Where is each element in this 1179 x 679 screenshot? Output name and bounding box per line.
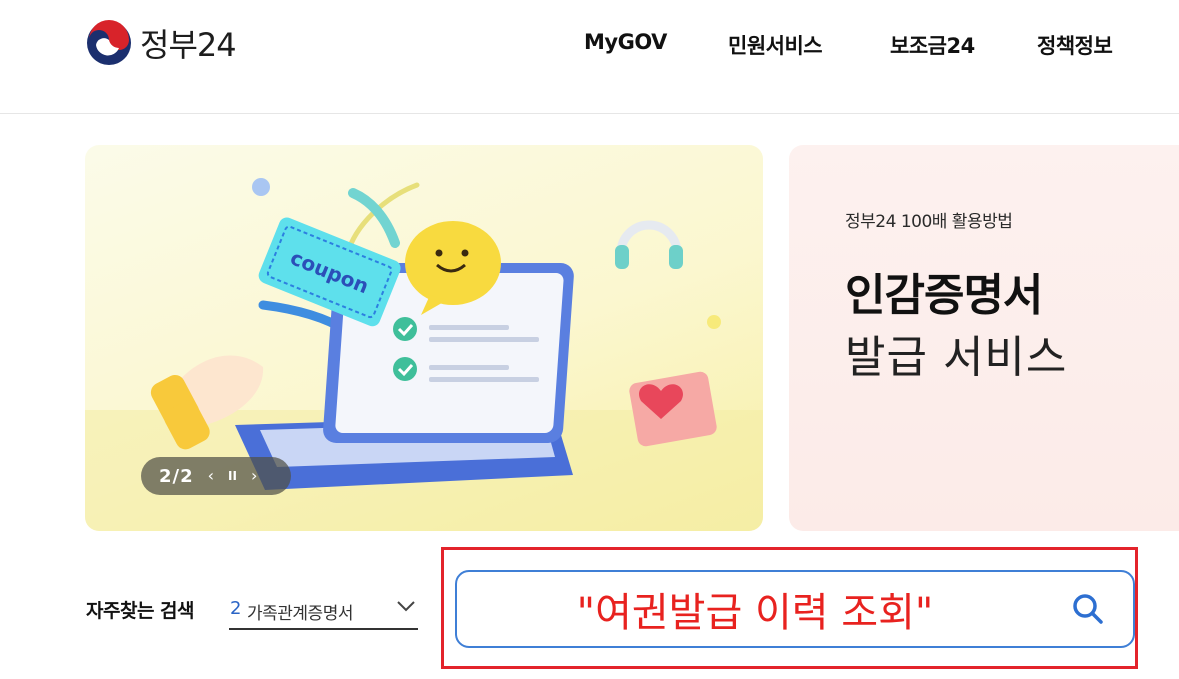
check-icon	[393, 317, 417, 341]
taegeuk-logo-icon	[87, 20, 131, 65]
blue-orb-icon	[252, 178, 270, 196]
headphones-icon	[615, 220, 683, 269]
nav-item-policy-info[interactable]: 정책정보	[1037, 30, 1113, 60]
slide-counter: 2/2	[159, 465, 194, 487]
pause-icon[interactable]: II	[228, 470, 237, 482]
carousel-pager: 2/2 ‹ II ›	[141, 457, 291, 495]
prev-slide-icon[interactable]: ‹	[208, 468, 214, 484]
search-input[interactable]	[475, 580, 1035, 638]
site-header: 정부24 MyGOV 민원서비스 보조금24 정책정보	[0, 0, 1179, 114]
next-slide-icon[interactable]: ›	[251, 468, 257, 484]
logo-text: 정부24	[140, 26, 237, 64]
nav-item-subsidy24[interactable]: 보조금24	[890, 30, 975, 60]
side-banner-title-line1: 인감증명서	[845, 270, 1043, 321]
search-icon[interactable]	[1071, 592, 1105, 626]
frequent-search-label: 자주찾는 검색	[86, 600, 195, 622]
frequent-search-dropdown[interactable]: 2 가족관계증명서	[229, 590, 418, 630]
main-banner-slide[interactable]: coupon 2/2 ‹ II ›	[85, 145, 763, 531]
nav-item-civil-service[interactable]: 민원서비스	[728, 30, 823, 60]
yellow-orb-icon	[707, 315, 721, 329]
site-logo[interactable]: 정부24	[86, 20, 237, 66]
side-banner-title-line2: 발급 서비스	[845, 332, 1068, 383]
side-banner-subtitle: 정부24 100배 활용방법	[845, 212, 1013, 232]
nav-item-mygov[interactable]: MyGOV	[584, 30, 667, 54]
side-banner[interactable]: 정부24 100배 활용방법 인감증명서 발급 서비스	[789, 145, 1179, 531]
frequent-search-value: 가족관계증명서	[247, 604, 353, 624]
heart-envelope-icon	[629, 371, 717, 447]
chevron-down-icon	[397, 601, 415, 612]
frequent-search-rank: 2	[230, 598, 242, 619]
check-icon	[393, 357, 417, 381]
search-box	[455, 570, 1135, 648]
